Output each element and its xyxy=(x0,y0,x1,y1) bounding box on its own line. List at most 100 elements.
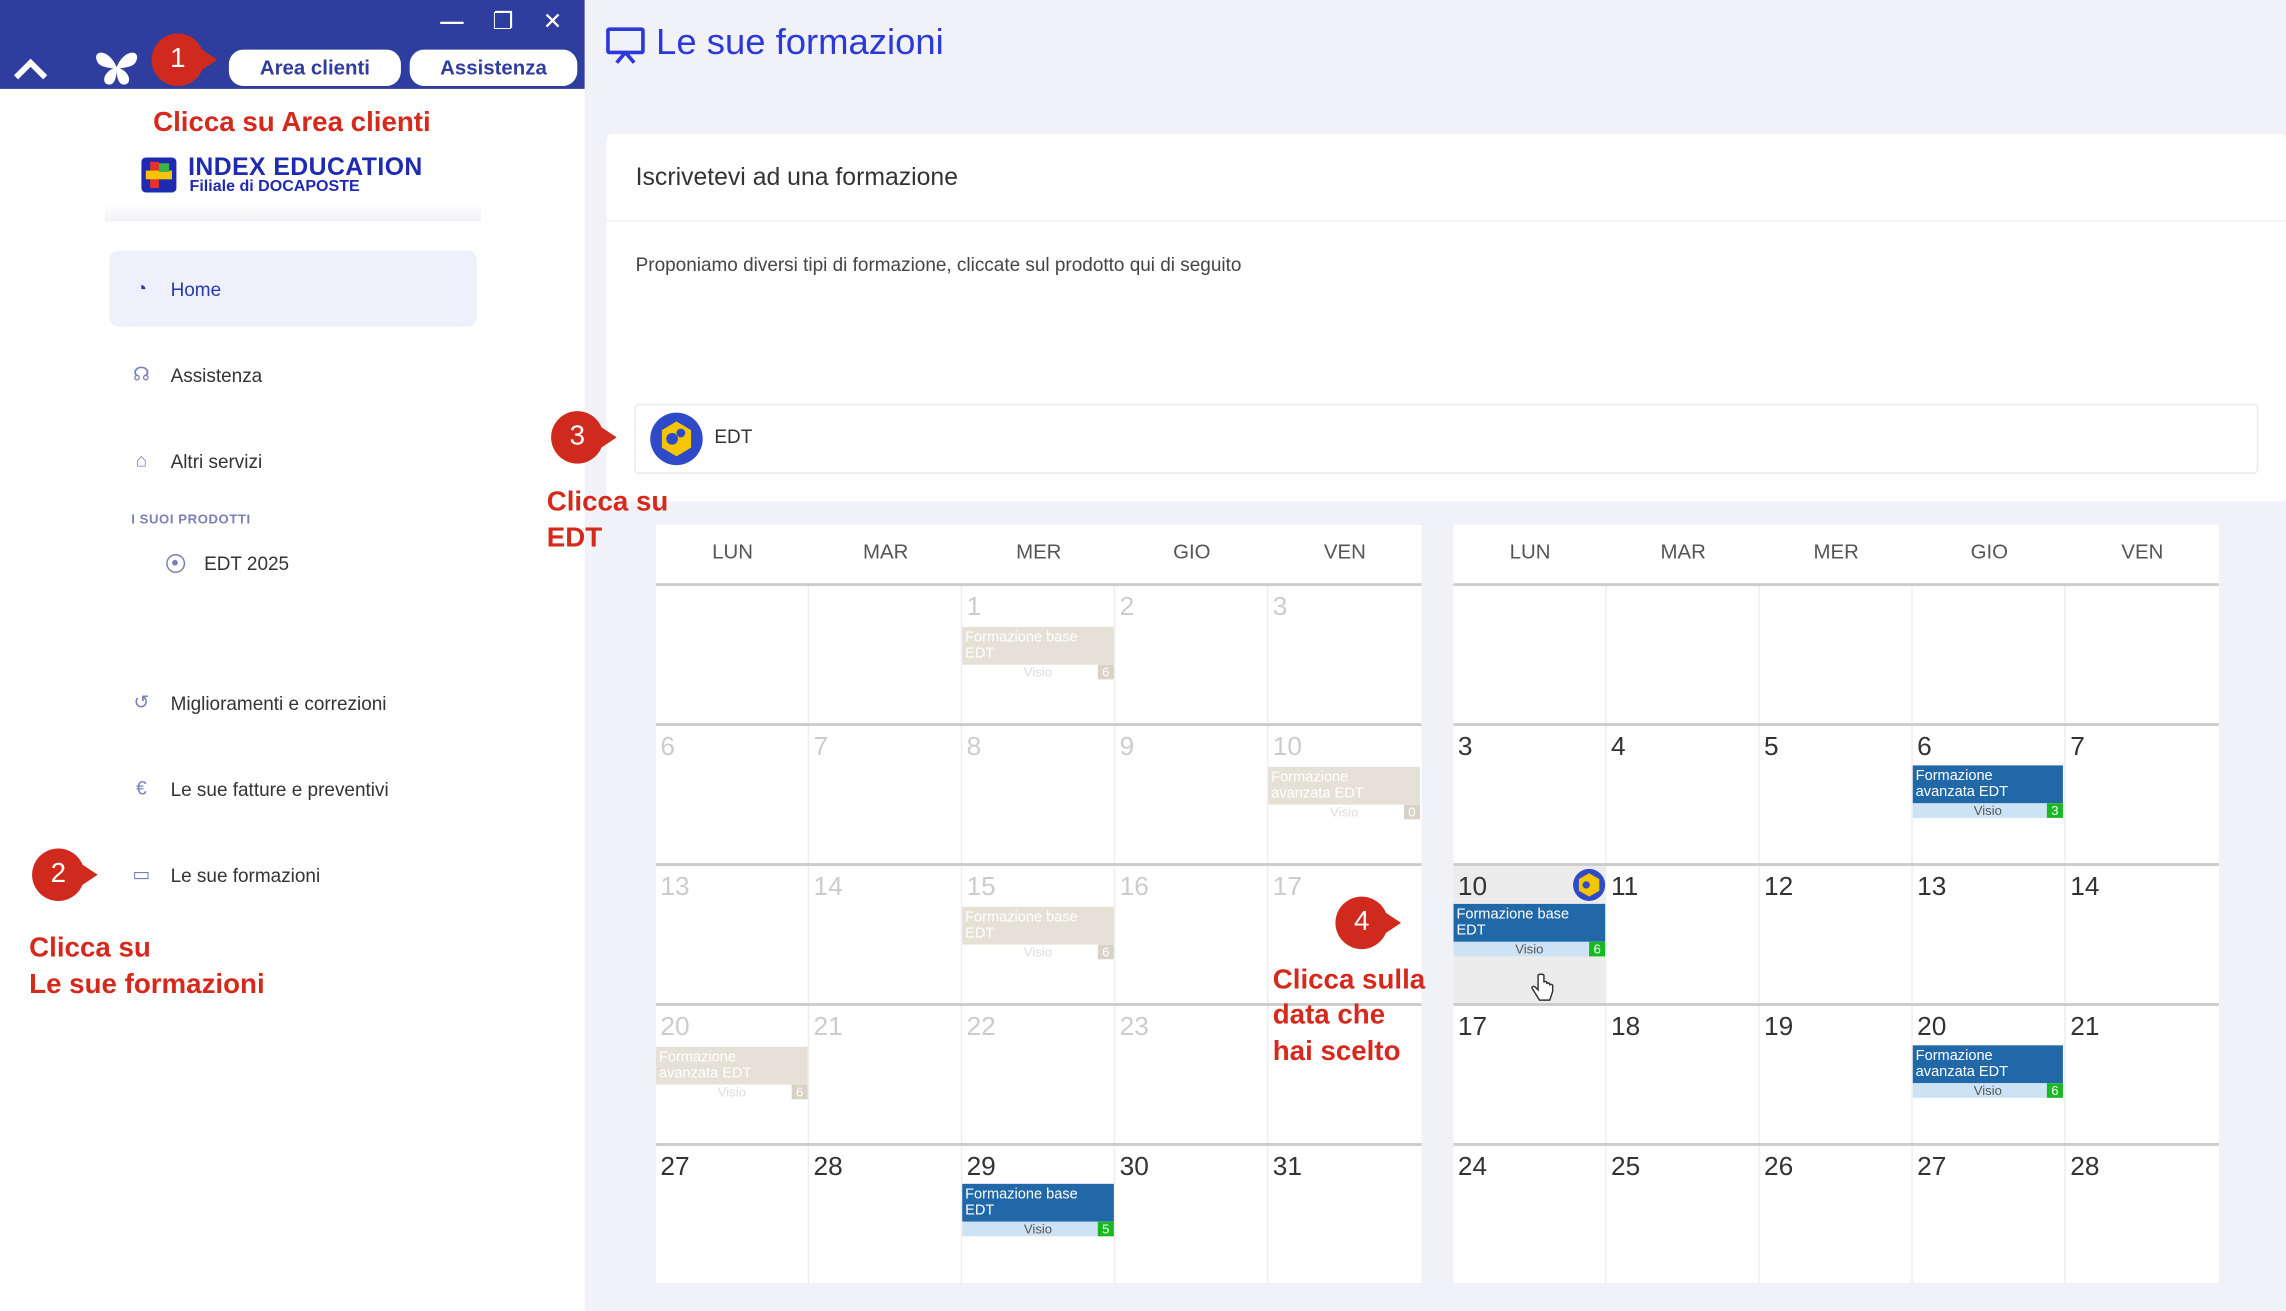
day-number[interactable]: 28 xyxy=(2070,1152,2099,1183)
index-education-logo xyxy=(141,157,177,193)
day-number[interactable]: 31 xyxy=(1273,1152,1302,1183)
day-number[interactable]: 8 xyxy=(967,732,982,763)
day-number[interactable]: 1 xyxy=(967,592,982,623)
day-number[interactable]: 3 xyxy=(1273,592,1288,623)
day-number[interactable]: 13 xyxy=(1917,872,1946,903)
area-clienti-button[interactable]: Area clienti xyxy=(228,49,401,87)
day-number[interactable]: 7 xyxy=(2070,732,2085,763)
step-badge: 4 xyxy=(1335,896,1402,950)
day-number[interactable]: 26 xyxy=(1764,1152,1793,1183)
event-formazione-base[interactable]: Formazione base EDT Visio 6 xyxy=(1453,903,1606,957)
close-icon[interactable]: ✕ xyxy=(538,9,567,38)
sidebar-product-edt[interactable]: EDT 2025 xyxy=(204,553,289,575)
event-formazione-base[interactable]: Formazione base EDT Visio 5 xyxy=(962,1183,1114,1237)
step-badge: 2 xyxy=(32,848,98,901)
day-number[interactable]: 25 xyxy=(1611,1152,1640,1183)
chevron-up-icon[interactable] xyxy=(12,55,50,81)
product-edt-button[interactable]: EDT xyxy=(634,403,2259,474)
event-formazione-base[interactable]: Formazione base EDT Visio 6 xyxy=(962,906,1114,960)
day-number[interactable]: 21 xyxy=(2070,1012,2099,1043)
day-number[interactable]: 4 xyxy=(1611,732,1626,763)
event-mode: Visio xyxy=(717,1084,746,1100)
card-description: Proponiamo diversi tipi di formazione, c… xyxy=(635,253,1242,276)
day-number[interactable]: 27 xyxy=(660,1152,689,1183)
event-title: avanzata EDT xyxy=(1915,784,2009,801)
event-formazione-avanzata[interactable]: Formazione avanzata EDT Visio 0 xyxy=(1268,766,1420,820)
sidebar-item-assistenza[interactable]: ☊ Assistenza xyxy=(109,337,476,413)
day-number[interactable]: 22 xyxy=(967,1012,996,1043)
event-title: Formazione xyxy=(1915,1048,1993,1065)
assistenza-button[interactable]: Assistenza xyxy=(409,49,578,87)
sidebar-item-fatture[interactable]: € Le sue fatture e preventivi xyxy=(109,751,476,827)
day-number[interactable]: 3 xyxy=(1458,732,1473,763)
day-number[interactable]: 27 xyxy=(1917,1152,1946,1183)
day-number[interactable]: 7 xyxy=(814,732,829,763)
day-number[interactable]: 21 xyxy=(814,1012,843,1043)
page-title: Le sue formazioni xyxy=(656,21,944,63)
day-header: VEN xyxy=(1323,539,1366,563)
day-number[interactable]: 19 xyxy=(1764,1012,1793,1043)
day-number[interactable]: 17 xyxy=(1458,1012,1487,1043)
sidebar-item-altri-servizi[interactable]: ⌂ Altri servizi xyxy=(109,423,476,499)
event-title: Formazione xyxy=(658,1049,736,1066)
event-title: Formazione base xyxy=(965,909,1078,926)
day-number[interactable]: 6 xyxy=(1917,732,1932,763)
day-number[interactable]: 20 xyxy=(660,1012,689,1043)
day-number[interactable]: 20 xyxy=(1917,1012,1946,1043)
formazioni-card: Iscrivetevi ad una formazione Proponiamo… xyxy=(606,134,2286,502)
sidebar-item-miglioramenti[interactable]: ↺ Miglioramenti e correzioni xyxy=(109,665,476,741)
day-number[interactable]: 29 xyxy=(967,1152,996,1183)
day-number[interactable]: 13 xyxy=(660,872,689,903)
event-count: 0 xyxy=(1403,804,1420,820)
sidebar-item-home[interactable]: ◔ Home xyxy=(109,250,477,327)
day-number[interactable]: 10 xyxy=(1458,872,1487,903)
day-number[interactable]: 15 xyxy=(967,872,996,903)
day-number[interactable]: 14 xyxy=(814,872,843,903)
day-number[interactable]: 11 xyxy=(1611,872,1638,903)
day-number[interactable]: 18 xyxy=(1611,1012,1640,1043)
annotation-step3-line1: Clicca su xyxy=(546,486,669,518)
annotation-step2-line2: Le sue formazioni xyxy=(29,969,265,1001)
event-title: EDT xyxy=(965,925,995,942)
calendar-right: LUN MAR MER GIO VEN 3 4 5 6 7 Formazione… xyxy=(1453,524,2219,1283)
day-number[interactable]: 2 xyxy=(1120,592,1135,623)
day-number[interactable]: 23 xyxy=(1120,1012,1149,1043)
hand-cursor-icon xyxy=(1531,973,1554,1001)
day-number[interactable]: 17 xyxy=(1273,872,1302,903)
event-count: 6 xyxy=(1097,944,1114,960)
event-formazione-avanzata[interactable]: Formazione avanzata EDT Visio 6 xyxy=(1912,1045,2063,1098)
card-title: Iscrivetevi ad una formazione xyxy=(635,163,958,191)
day-number[interactable]: 14 xyxy=(2070,872,2099,903)
product-label: EDT xyxy=(714,425,753,448)
event-title: EDT xyxy=(1456,922,1486,939)
day-number[interactable]: 28 xyxy=(814,1152,843,1183)
annotation-step2-line1: Clicca su xyxy=(29,933,151,964)
history-icon: ↺ xyxy=(133,691,150,713)
event-count: 6 xyxy=(1589,941,1606,957)
day-number[interactable]: 30 xyxy=(1120,1152,1149,1183)
day-number[interactable]: 12 xyxy=(1764,872,1793,903)
day-number[interactable]: 24 xyxy=(1458,1152,1487,1183)
day-number[interactable]: 5 xyxy=(1764,732,1779,763)
edt-product-icon xyxy=(1573,868,1606,901)
day-header: VEN xyxy=(2121,539,2164,563)
annotation-step4-line1: Clicca sulla xyxy=(1272,965,1426,996)
day-header: MAR xyxy=(1660,539,1706,563)
event-mode: Visio xyxy=(1023,1221,1053,1237)
day-number[interactable]: 6 xyxy=(660,732,675,763)
product-radio-icon xyxy=(166,554,186,573)
day-number[interactable]: 10 xyxy=(1273,732,1302,763)
event-mode: Visio xyxy=(1023,664,1053,680)
event-mode: Visio xyxy=(1023,944,1053,960)
event-mode: Visio xyxy=(1973,1083,2002,1098)
event-formazione-avanzata[interactable]: Formazione avanzata EDT Visio 3 xyxy=(1912,765,2063,818)
event-formazione-base[interactable]: Formazione base EDT Visio 6 xyxy=(962,626,1114,680)
event-title: avanzata EDT xyxy=(658,1065,752,1082)
minimize-icon[interactable]: — xyxy=(437,9,466,38)
restore-icon[interactable]: ❐ xyxy=(488,9,517,38)
day-number[interactable]: 16 xyxy=(1120,872,1149,903)
sidebar-item-label: Altri servizi xyxy=(170,449,263,472)
day-number[interactable]: 9 xyxy=(1120,732,1135,763)
event-formazione-avanzata[interactable]: Formazione avanzata EDT Visio 6 xyxy=(656,1046,808,1100)
sidebar-item-formazioni[interactable]: ▭ Le sue formazioni xyxy=(109,837,476,913)
